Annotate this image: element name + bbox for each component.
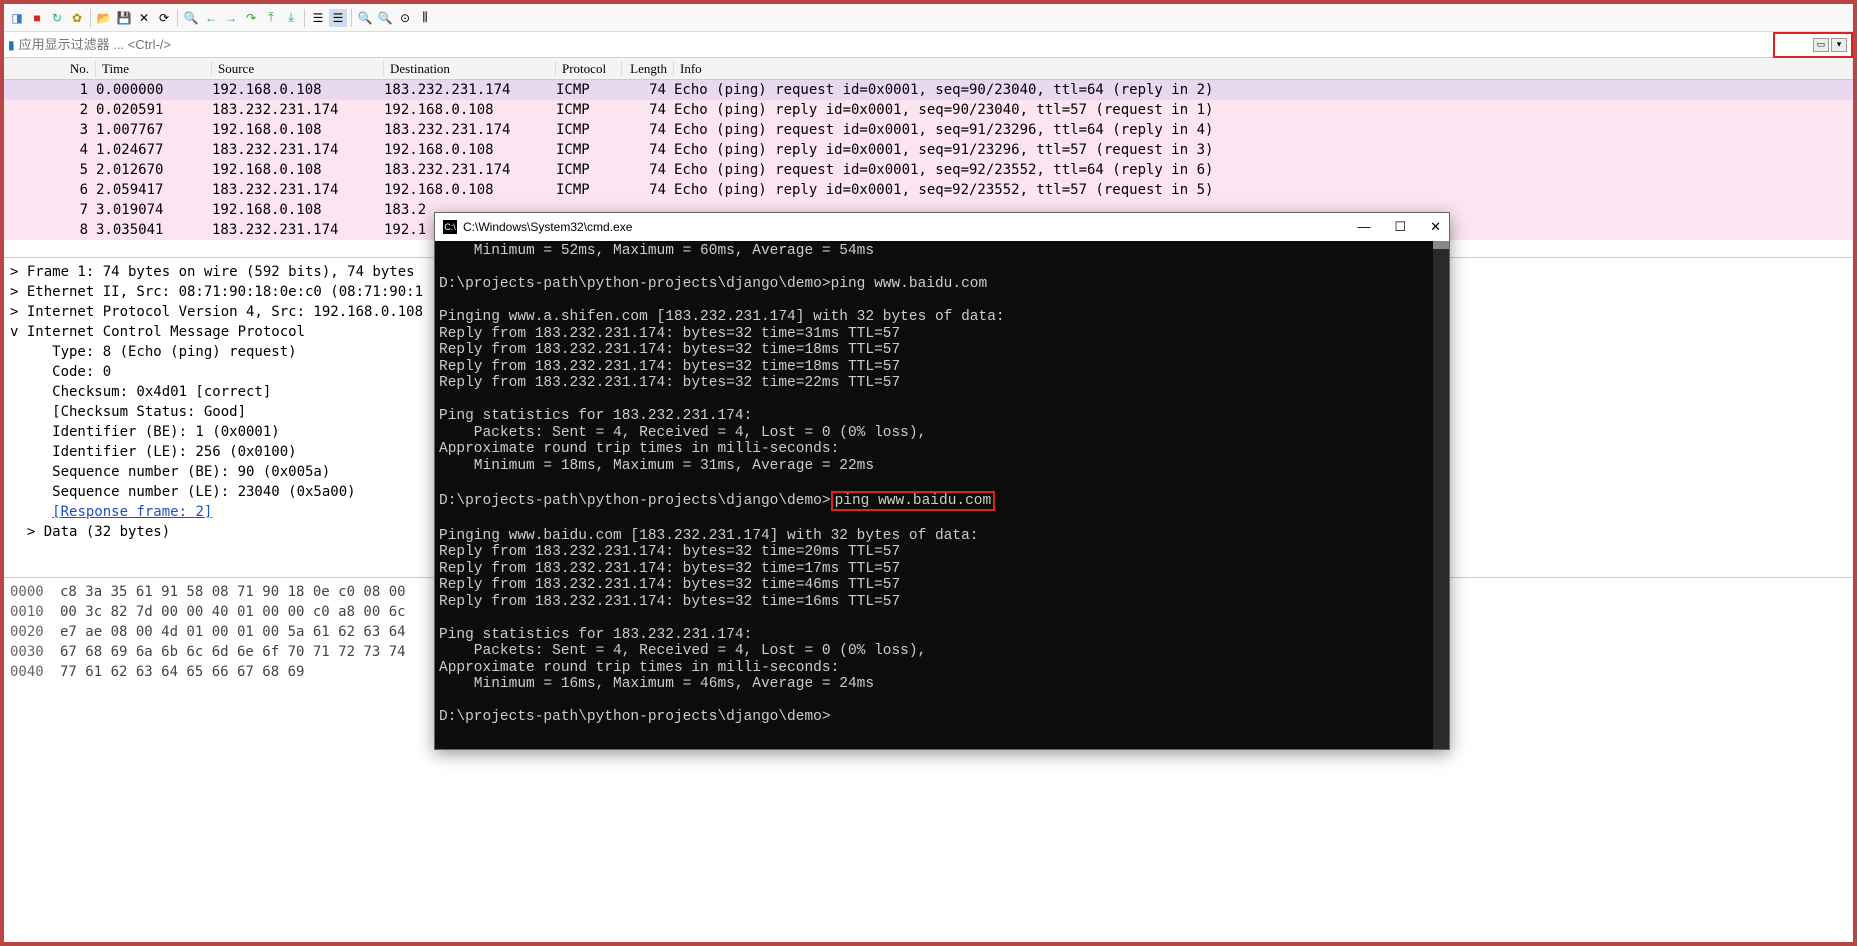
resize-cols-icon[interactable]: ⫼ <box>416 9 434 27</box>
cmd-scrollbar[interactable] <box>1433 241 1449 749</box>
fwd-icon[interactable]: → <box>222 9 240 27</box>
zoom-in-icon[interactable]: 🔍 <box>356 9 374 27</box>
back-icon[interactable]: ← <box>202 9 220 27</box>
filter-bar: ▮ ▭ ▾ <box>4 32 1853 58</box>
autoscroll-icon[interactable]: ☰ <box>309 9 327 27</box>
cmd-window[interactable]: C:\ C:\Windows\System32\cmd.exe — ☐ ✕ Mi… <box>434 212 1450 750</box>
stop-icon[interactable]: ■ <box>28 9 46 27</box>
options-icon[interactable]: ✿ <box>68 9 86 27</box>
minimize-icon[interactable]: — <box>1357 219 1370 235</box>
packet-row[interactable]: 31.007767192.168.0.108183.232.231.174ICM… <box>4 120 1853 140</box>
packet-row[interactable]: 10.000000192.168.0.108183.232.231.174ICM… <box>4 80 1853 100</box>
cmd-icon: C:\ <box>443 220 457 234</box>
zoom-out-icon[interactable]: 🔍 <box>376 9 394 27</box>
cmd-title-text: C:\Windows\System32\cmd.exe <box>463 220 632 234</box>
close-icon[interactable]: ✕ <box>135 9 153 27</box>
packet-row[interactable]: 62.059417183.232.231.174192.168.0.108ICM… <box>4 180 1853 200</box>
col-length[interactable]: Length <box>622 61 674 77</box>
bookmark-icon[interactable]: ▮ <box>8 38 15 52</box>
maximize-icon[interactable]: ☐ <box>1394 219 1406 235</box>
open-icon[interactable]: 📂 <box>95 9 113 27</box>
col-no[interactable]: No. <box>4 61 96 77</box>
highlight-box-1 <box>1773 32 1853 58</box>
col-destination[interactable]: Destination <box>384 61 556 77</box>
packet-row[interactable]: 41.024677183.232.231.174192.168.0.108ICM… <box>4 140 1853 160</box>
col-protocol[interactable]: Protocol <box>556 61 622 77</box>
close-window-icon[interactable]: ✕ <box>1430 219 1441 235</box>
col-source[interactable]: Source <box>212 61 384 77</box>
reload-icon[interactable]: ⟳ <box>155 9 173 27</box>
cmd-output[interactable]: Minimum = 52ms, Maximum = 60ms, Average … <box>435 241 1449 749</box>
jump-icon[interactable]: ↷ <box>242 9 260 27</box>
find-icon[interactable]: 🔍 <box>182 9 200 27</box>
save-icon[interactable]: 💾 <box>115 9 133 27</box>
packet-list-header: No. Time Source Destination Protocol Len… <box>4 58 1853 80</box>
zoom-reset-icon[interactable]: ⊙ <box>396 9 414 27</box>
restart-icon[interactable]: ↻ <box>48 9 66 27</box>
cmd-titlebar[interactable]: C:\ C:\Windows\System32\cmd.exe — ☐ ✕ <box>435 213 1449 241</box>
main-toolbar: ◨ ■ ↻ ✿ 📂 💾 ✕ ⟳ 🔍 ← → ↷ ⤒ ⤓ ☰ ☰ 🔍 🔍 ⊙ ⫼ <box>4 4 1853 32</box>
file-icon[interactable]: ◨ <box>8 9 26 27</box>
first-icon[interactable]: ⤒ <box>262 9 280 27</box>
packet-row[interactable]: 20.020591183.232.231.174192.168.0.108ICM… <box>4 100 1853 120</box>
display-filter-input[interactable] <box>19 37 1813 52</box>
last-icon[interactable]: ⤓ <box>282 9 300 27</box>
col-time[interactable]: Time <box>96 61 212 77</box>
col-info[interactable]: Info <box>674 61 1853 77</box>
packet-row[interactable]: 52.012670192.168.0.108183.232.231.174ICM… <box>4 160 1853 180</box>
colorize-icon[interactable]: ☰ <box>329 9 347 27</box>
